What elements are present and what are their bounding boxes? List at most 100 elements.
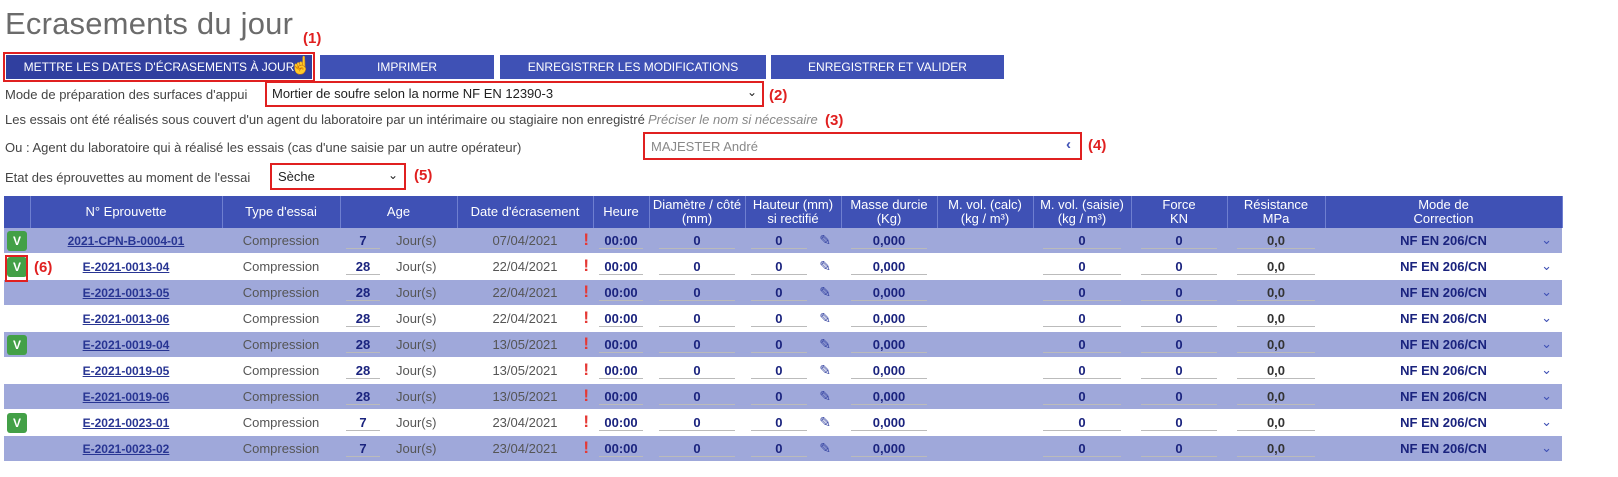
mvs-input[interactable]: 0 — [1042, 389, 1122, 405]
mvs-input[interactable]: 0 — [1042, 285, 1122, 301]
masse-input[interactable]: 0,000 — [850, 441, 928, 457]
haut-input[interactable]: 0 — [751, 363, 807, 379]
specimen-link[interactable]: E-2021-0019-06 — [83, 390, 170, 404]
date-value[interactable]: 13/05/2021 — [492, 363, 557, 378]
validate-cell[interactable]: V — [4, 228, 30, 254]
diam-input[interactable]: 0 — [658, 441, 736, 457]
validate-cell[interactable] — [4, 435, 30, 462]
chevron-down-icon[interactable]: ⌄ — [1541, 232, 1552, 248]
force-input[interactable]: 0 — [1140, 389, 1218, 405]
col-age[interactable]: Age — [340, 196, 458, 228]
chevron-down-icon[interactable]: ⌄ — [1541, 336, 1552, 352]
age-input[interactable]: 7 — [346, 415, 380, 431]
chevron-down-icon[interactable]: ⌄ — [1541, 440, 1552, 456]
force-input[interactable]: 0 — [1140, 233, 1218, 249]
pencil-icon[interactable]: ✎ — [819, 414, 831, 431]
save-validate-button[interactable]: ENREGISTRER ET VALIDER — [771, 55, 1004, 79]
mode-value[interactable]: NF EN 206/CN — [1400, 233, 1487, 248]
masse-input[interactable]: 0,000 — [850, 363, 928, 379]
masse-input[interactable]: 0,000 — [850, 389, 928, 405]
col-mvc[interactable]: M. vol. (calc) (kg / m³) — [937, 196, 1034, 228]
heure-input[interactable]: 00:00 — [598, 337, 644, 353]
validate-cell[interactable] — [4, 357, 30, 384]
chevron-down-icon[interactable]: ⌄ — [1541, 414, 1552, 430]
validate-cell[interactable] — [4, 279, 30, 306]
force-input[interactable]: 0 — [1140, 415, 1218, 431]
haut-input[interactable]: 0 — [751, 311, 807, 327]
mode-cell[interactable]: NF EN 206/CN ⌄ — [1325, 435, 1562, 462]
pencil-icon[interactable]: ✎ — [819, 284, 831, 301]
force-input[interactable]: 0 — [1140, 441, 1218, 457]
validate-cell[interactable] — [4, 383, 30, 410]
chevron-down-icon[interactable]: ⌄ — [1541, 284, 1552, 300]
pencil-icon[interactable]: ✎ — [819, 440, 831, 457]
specimen-link[interactable]: E-2021-0013-06 — [83, 312, 170, 326]
diam-input[interactable]: 0 — [658, 285, 736, 301]
heure-input[interactable]: 00:00 — [598, 363, 644, 379]
validate-cell[interactable]: V — [4, 409, 30, 436]
mvs-input[interactable]: 0 — [1042, 441, 1122, 457]
mvs-input[interactable]: 0 — [1042, 311, 1122, 327]
haut-input[interactable]: 0 — [751, 259, 807, 275]
age-input[interactable]: 28 — [346, 311, 380, 327]
validate-cell[interactable]: V — [4, 331, 30, 358]
mode-value[interactable]: NF EN 206/CN — [1400, 311, 1487, 326]
mvs-input[interactable]: 0 — [1042, 363, 1122, 379]
heure-input[interactable]: 00:00 — [598, 441, 644, 457]
specimen-link[interactable]: E-2021-0023-01 — [83, 416, 170, 430]
force-input[interactable]: 0 — [1140, 363, 1218, 379]
force-input[interactable]: 0 — [1140, 337, 1218, 353]
chevron-down-icon[interactable]: ⌄ — [1541, 362, 1552, 378]
validate-badge[interactable]: V — [7, 412, 27, 433]
col-res[interactable]: Résistance MPa — [1227, 196, 1326, 228]
mode-cell[interactable]: NF EN 206/CN ⌄ — [1325, 228, 1562, 254]
age-input[interactable]: 7 — [346, 441, 380, 457]
interim-name-input[interactable]: Préciser le nom si nécessaire — [648, 112, 818, 127]
mode-value[interactable]: NF EN 206/CN — [1400, 363, 1487, 378]
pencil-icon[interactable]: ✎ — [819, 258, 831, 275]
mode-cell[interactable]: NF EN 206/CN ⌄ — [1325, 409, 1562, 436]
heure-input[interactable]: 00:00 — [598, 285, 644, 301]
haut-input[interactable]: 0 — [751, 285, 807, 301]
col-diam[interactable]: Diamètre / côté (mm) — [649, 196, 746, 228]
pencil-icon[interactable]: ✎ — [819, 310, 831, 327]
mode-value[interactable]: NF EN 206/CN — [1400, 389, 1487, 404]
heure-input[interactable]: 00:00 — [598, 311, 644, 327]
date-value[interactable]: 23/04/2021 — [492, 415, 557, 430]
col-num[interactable]: N° Eprouvette — [30, 196, 223, 228]
chevron-down-icon[interactable]: ⌄ — [1541, 388, 1552, 404]
mode-cell[interactable]: NF EN 206/CN ⌄ — [1325, 279, 1562, 306]
date-value[interactable]: 23/04/2021 — [492, 441, 557, 456]
masse-input[interactable]: 0,000 — [850, 233, 928, 249]
mode-value[interactable]: NF EN 206/CN — [1400, 415, 1487, 430]
mode-value[interactable]: NF EN 206/CN — [1400, 441, 1487, 456]
col-masse[interactable]: Masse durcie (Kg) — [841, 196, 938, 228]
mvs-input[interactable]: 0 — [1042, 233, 1122, 249]
force-input[interactable]: 0 — [1140, 285, 1218, 301]
date-value[interactable]: 22/04/2021 — [492, 259, 557, 274]
date-value[interactable]: 13/05/2021 — [492, 337, 557, 352]
specimen-link[interactable]: E-2021-0019-05 — [83, 364, 170, 378]
masse-input[interactable]: 0,000 — [850, 311, 928, 327]
validate-cell[interactable] — [4, 305, 30, 332]
specimen-link[interactable]: 2021-CPN-B-0004-01 — [68, 234, 185, 248]
haut-input[interactable]: 0 — [751, 441, 807, 457]
pencil-icon[interactable]: ✎ — [819, 362, 831, 379]
force-input[interactable]: 0 — [1140, 259, 1218, 275]
diam-input[interactable]: 0 — [658, 337, 736, 353]
specimen-link[interactable]: E-2021-0019-04 — [83, 338, 170, 352]
pencil-icon[interactable]: ✎ — [819, 232, 831, 249]
diam-input[interactable]: 0 — [658, 311, 736, 327]
force-input[interactable]: 0 — [1140, 311, 1218, 327]
mode-cell[interactable]: NF EN 206/CN ⌄ — [1325, 383, 1562, 410]
mode-value[interactable]: NF EN 206/CN — [1400, 285, 1487, 300]
haut-input[interactable]: 0 — [751, 233, 807, 249]
diam-input[interactable]: 0 — [658, 415, 736, 431]
haut-input[interactable]: 0 — [751, 389, 807, 405]
validate-badge[interactable]: V — [7, 334, 27, 355]
mode-value[interactable]: NF EN 206/CN — [1400, 259, 1487, 274]
age-input[interactable]: 28 — [346, 285, 380, 301]
haut-input[interactable]: 0 — [751, 337, 807, 353]
mode-cell[interactable]: NF EN 206/CN ⌄ — [1325, 331, 1562, 358]
age-input[interactable]: 28 — [346, 389, 380, 405]
